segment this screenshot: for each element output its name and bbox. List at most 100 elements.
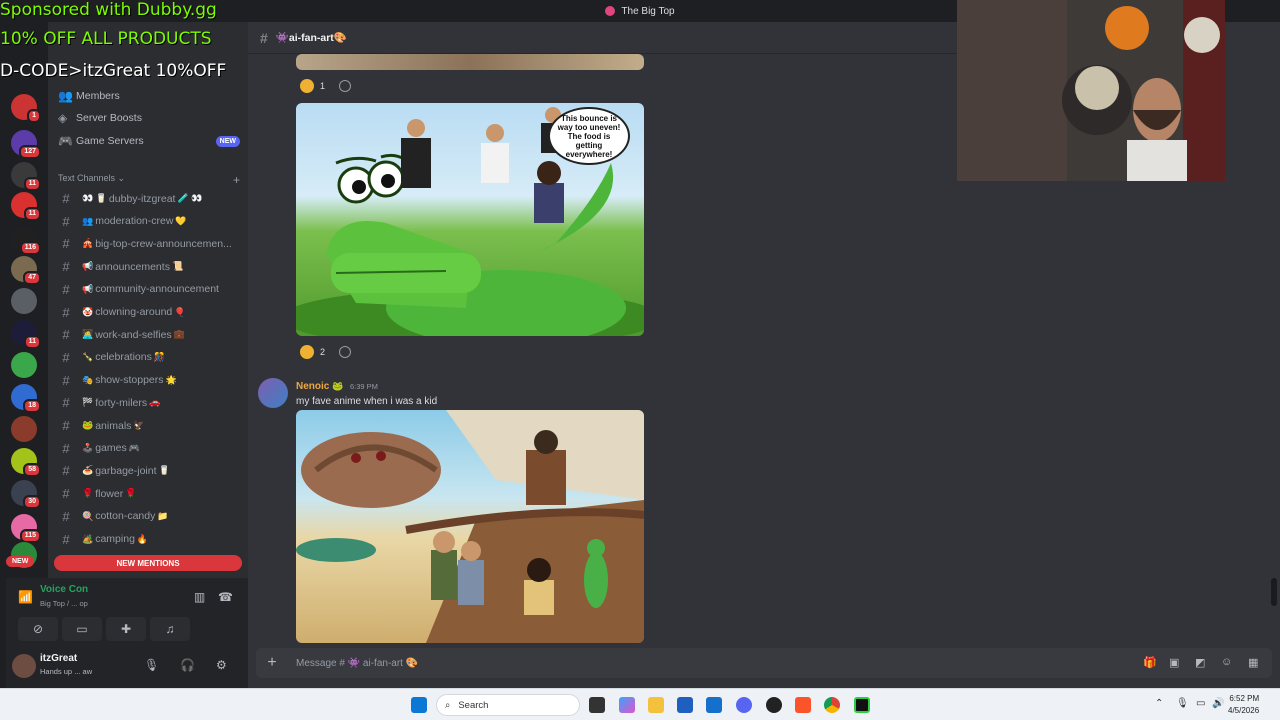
server-icon[interactable]: 11 <box>11 192 41 221</box>
channel-item[interactable]: # 🍝 garbage-joint 🥛 <box>56 460 242 481</box>
message-composer[interactable]: + Message # 👾 ai-fan-art 🎨 <box>256 648 1272 678</box>
channel-item[interactable]: # 🎭 show-stoppers 🌟 <box>56 370 242 391</box>
noise-suppression-icon[interactable]: ▥ <box>194 590 205 604</box>
channel-emoji-pre: 📢 <box>82 261 94 272</box>
channel-emoji-pre: 📢 <box>82 283 94 294</box>
headphones-icon[interactable]: 🎧 <box>180 658 195 672</box>
server-icon[interactable]: 47 <box>11 256 41 285</box>
disconnect-icon[interactable]: ☎ <box>218 590 233 604</box>
server-icon[interactable]: 11 <box>11 320 41 349</box>
channel-item[interactable]: # 🎪 big-top-crew-announcemen... <box>56 233 242 254</box>
task-view-icon[interactable] <box>589 697 605 713</box>
channel-item[interactable]: # 📢 announcements 📜 <box>56 256 242 277</box>
terminal-icon[interactable] <box>854 697 870 713</box>
avatar[interactable] <box>258 378 288 408</box>
chrome-icon[interactable] <box>824 697 840 713</box>
sidebar-item-server-boosts[interactable]: ◈ Server Boosts <box>58 108 240 128</box>
server-icon[interactable]: 115 <box>11 514 41 543</box>
add-reaction-icon[interactable] <box>339 80 351 92</box>
discord-icon[interactable] <box>736 697 752 713</box>
channel-item[interactable]: # 👀 🥛 dubby-itzgreat 🧪 👀 <box>56 188 242 209</box>
emoji-icon[interactable]: ☺ <box>1221 656 1232 668</box>
channel-item[interactable]: # 🍾 celebrations 🎊 <box>56 347 242 368</box>
server-icon[interactable]: 127 <box>11 130 41 159</box>
voice-location: Big Top / ... op <box>40 599 88 608</box>
system-clock[interactable]: 6:52 PM 4/5/2026 <box>1228 693 1259 717</box>
sidebar-item-game-servers[interactable]: 🎮 Game Servers NEW <box>58 131 240 151</box>
server-icon[interactable]: 116 <box>11 226 41 255</box>
screen-share-button[interactable]: ▭ <box>62 617 102 641</box>
volume-icon[interactable]: 🔊 <box>1212 698 1224 709</box>
server-icon[interactable] <box>11 352 37 378</box>
channel-emoji-post: 🌟 <box>165 374 177 385</box>
gear-icon[interactable]: ⚙ <box>216 658 227 672</box>
video-off-icon: ⊘ <box>32 622 44 636</box>
add-reaction-icon[interactable] <box>339 346 351 358</box>
copilot-icon[interactable] <box>619 697 635 713</box>
author-badge-icon: 🐸 <box>332 381 344 391</box>
message-image[interactable] <box>296 54 644 70</box>
sidebar-item-members[interactable]: 👥 Members <box>58 86 240 106</box>
new-mentions-button[interactable]: NEW MENTIONS <box>54 555 242 571</box>
channel-item[interactable]: # 🕹️ games 🎮 <box>56 438 242 459</box>
gift-icon[interactable]: 🎁 <box>1143 656 1157 669</box>
server-icon[interactable]: 1 <box>11 94 41 123</box>
reaction-button[interactable]: 2 <box>300 343 325 361</box>
message-author[interactable]: Nenoic <box>296 381 329 392</box>
channel-item[interactable]: # 👥 moderation-crew 💛 <box>56 211 242 232</box>
channel-item[interactable]: # 🌹 flower 🌹 <box>56 483 242 504</box>
channel-item[interactable]: # 🧑‍💻 work-and-selfies 💼 <box>56 324 242 345</box>
channel-emoji-post: 🎈 <box>174 306 186 317</box>
server-icon[interactable]: 58 <box>11 448 41 477</box>
message-timestamp: 6:39 PM <box>350 382 378 391</box>
microphone-icon[interactable]: 🎙 <box>144 658 159 672</box>
add-attachment-icon[interactable]: + <box>256 654 288 672</box>
file-explorer-icon[interactable] <box>648 697 664 713</box>
brave-icon[interactable] <box>795 697 811 713</box>
sponsor-line-3: D-CODE>itzGreat 10%OFF <box>0 61 227 81</box>
channel-item[interactable]: # 🏁 forty-milers 🚗 <box>56 392 242 413</box>
add-channel-icon[interactable]: + <box>233 173 240 187</box>
gif-icon[interactable]: ▣ <box>1169 656 1179 669</box>
video-off-button[interactable]: ⊘ <box>18 617 58 641</box>
server-badge: 30 <box>23 495 41 509</box>
activities-button[interactable]: ✚ <box>106 617 146 641</box>
server-icon[interactable]: 11 <box>11 162 41 191</box>
message-image[interactable] <box>296 410 644 643</box>
voice-status: Voice Con <box>40 584 89 595</box>
windows-start-icon[interactable] <box>411 697 427 713</box>
new-servers-pill[interactable]: NEW <box>6 556 35 567</box>
webcam-feed <box>957 0 1225 181</box>
avatar[interactable] <box>12 654 36 678</box>
outlook-icon[interactable] <box>706 697 722 713</box>
sponsor-line-2: 10% OFF ALL PRODUCTS <box>0 29 212 49</box>
hash-icon: # <box>62 486 70 502</box>
chevron-up-icon[interactable]: ⌃ <box>1155 698 1163 709</box>
obs-icon[interactable] <box>766 697 782 713</box>
server-icon[interactable] <box>11 416 37 442</box>
apps-icon[interactable]: ▦ <box>1248 656 1258 669</box>
channel-item[interactable]: # 🏕️ camping 🔥 <box>56 529 242 550</box>
server-badge: 1 <box>27 109 41 123</box>
store-icon[interactable] <box>677 697 693 713</box>
reaction-button[interactable]: 1 <box>300 77 325 95</box>
network-icon[interactable]: ▭ <box>1196 698 1205 709</box>
channel-emoji-pre: 🏕️ <box>82 533 94 544</box>
channel-item[interactable]: # 📢 community-announcement <box>56 279 242 300</box>
microphone-icon[interactable]: 🎙 <box>1176 698 1189 709</box>
hash-icon: # <box>62 508 70 524</box>
server-icon[interactable] <box>11 288 37 314</box>
message-image[interactable]: This bounce is way too uneven! The food … <box>296 103 644 336</box>
signal-icon[interactable]: 📶 <box>18 590 33 604</box>
sticker-icon[interactable]: ◩ <box>1195 656 1205 669</box>
server-icon[interactable]: 30 <box>11 480 41 509</box>
channel-item[interactable]: # 🤡 clowning-around 🎈 <box>56 302 242 323</box>
scrollbar[interactable] <box>1271 578 1277 606</box>
taskbar-search[interactable]: ⌕ Search <box>436 694 580 716</box>
category-text-channels[interactable]: Text Channels ⌄ + <box>58 173 240 187</box>
soundboard-button[interactable]: ♫ <box>150 617 190 641</box>
channel-item[interactable]: # 🍭 cotton-candy 📁 <box>56 506 242 527</box>
server-icon[interactable]: 18 <box>11 384 41 413</box>
channel-item[interactable]: # 🐸 animals 🦅 <box>56 415 242 436</box>
channel-name: celebrations <box>95 351 152 364</box>
